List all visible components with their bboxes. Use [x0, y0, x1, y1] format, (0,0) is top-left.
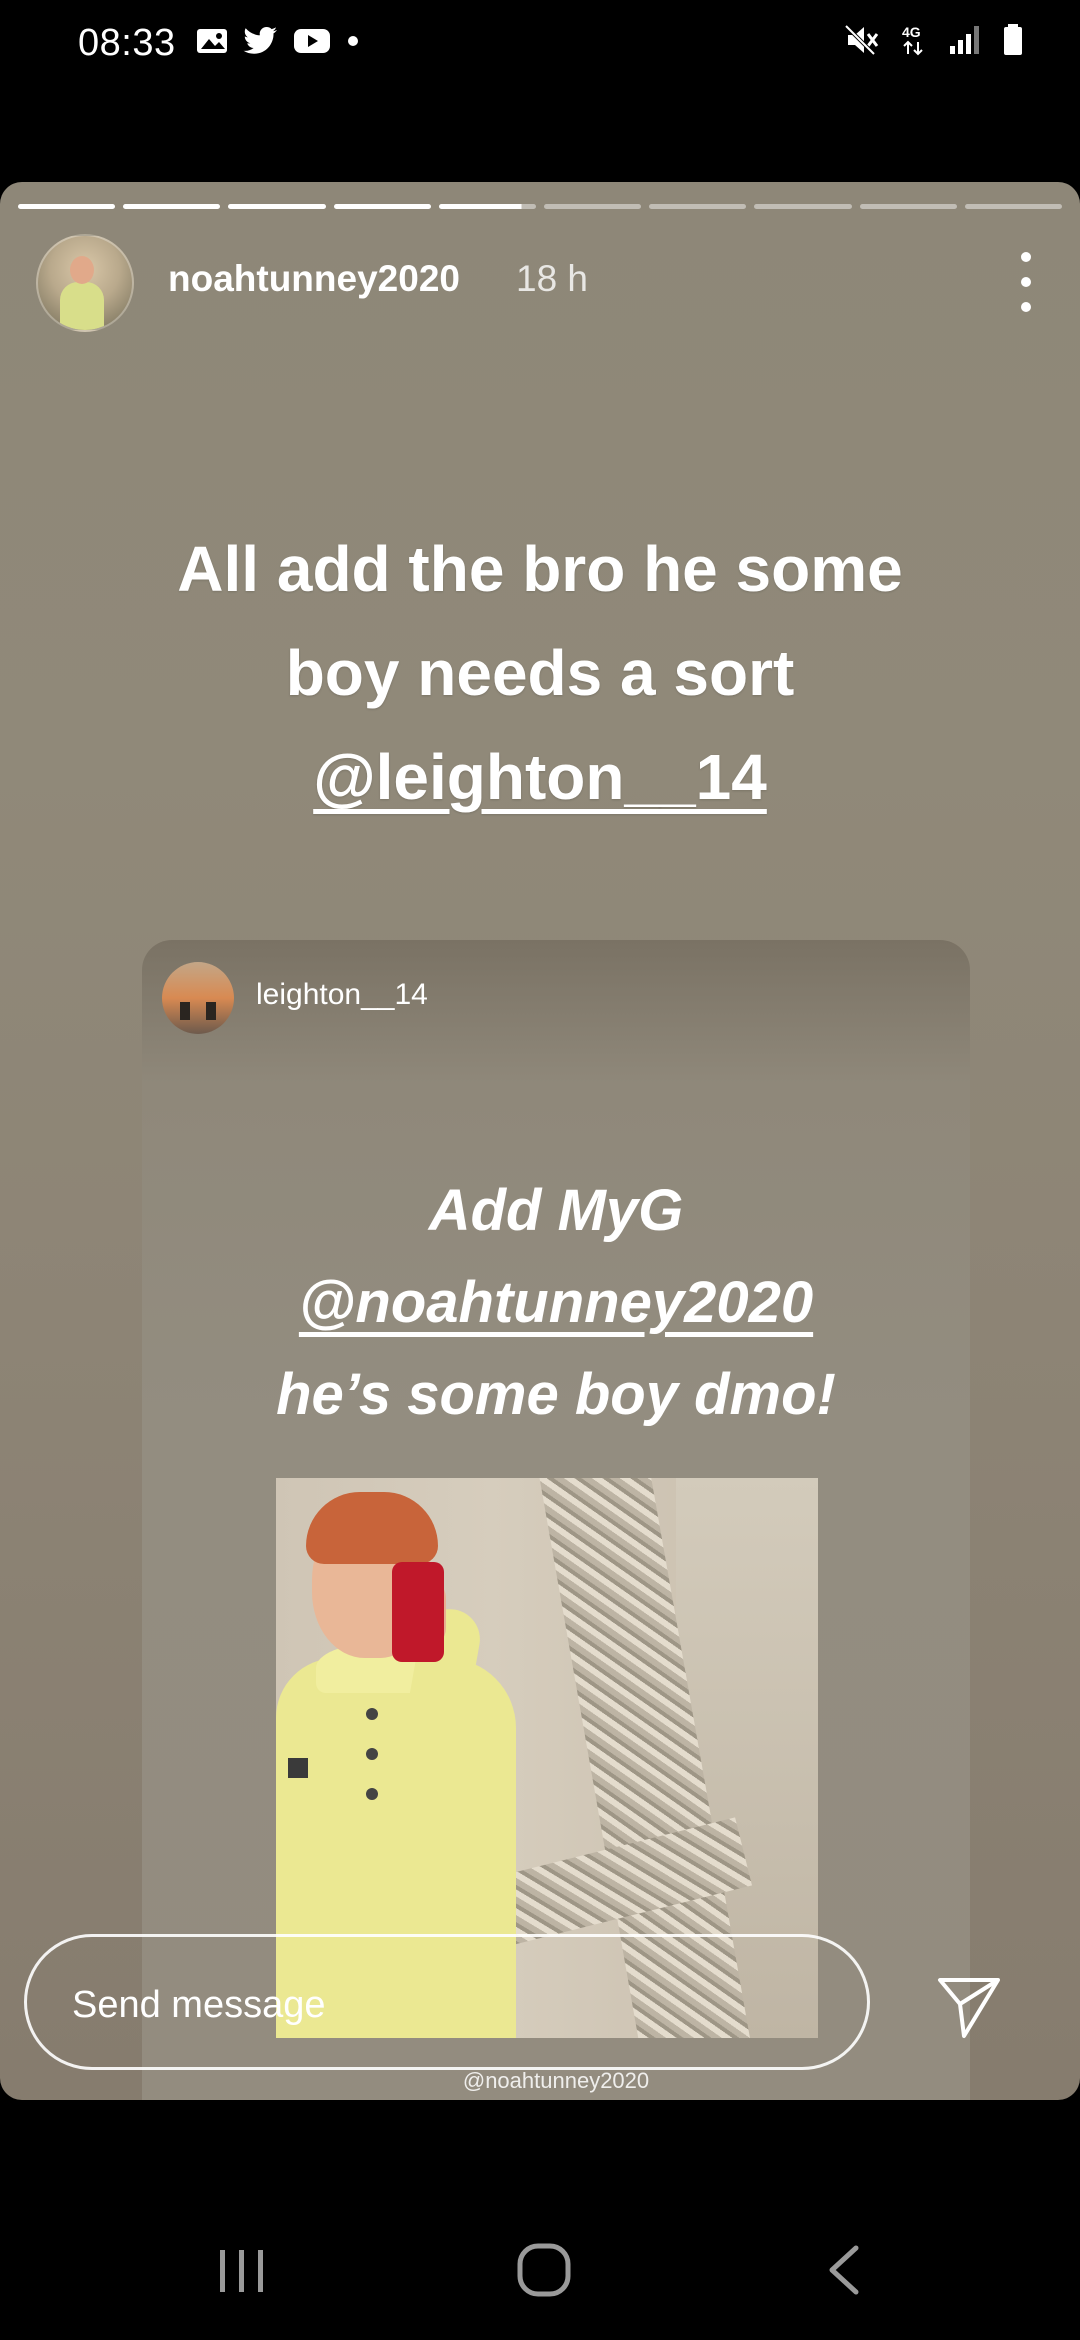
more-dot: [1021, 252, 1031, 262]
story-progress-bar: [18, 204, 1063, 209]
dot-icon: [348, 36, 358, 46]
progress-segment: [649, 204, 747, 209]
story-caption: All add the bro he some boy needs a sort…: [60, 517, 1020, 829]
shared-line: Add MyG: [428, 1178, 684, 1243]
story-time-ago: 18 h: [516, 258, 589, 299]
progress-segment: [333, 204, 431, 209]
photo-phone: [392, 1562, 444, 1662]
story-username[interactable]: noahtunney2020: [168, 258, 460, 300]
mention-link[interactable]: @leighton__14: [313, 741, 767, 813]
story-header: noahtunney2020 18 h: [36, 234, 1046, 334]
status-left-icons: [195, 26, 361, 56]
progress-segment: [18, 204, 116, 209]
caption-line: boy needs a sort: [285, 637, 795, 709]
shared-story-avatar[interactable]: [162, 962, 234, 1034]
status-time: 08:33: [78, 22, 176, 64]
network-label: 4G: [902, 24, 921, 40]
signal-icon: [950, 26, 979, 54]
send-message-placeholder: Send message: [72, 1984, 326, 2026]
more-options-icon[interactable]: [1006, 252, 1046, 312]
avatar-figure: [206, 1002, 216, 1020]
shared-mention-link[interactable]: @noahtunney2020: [299, 1270, 813, 1335]
send-icon[interactable]: [934, 1972, 1004, 2042]
shirt-button: [366, 1748, 378, 1760]
progress-segment: [859, 204, 957, 209]
story-viewer[interactable]: noahtunney2020 18 h All add the bro he s…: [0, 182, 1080, 2100]
caption-line: All add the bro he some: [177, 533, 903, 605]
shared-line: he’s some boy dmo!: [276, 1362, 836, 1427]
system-nav-bar: [0, 2220, 1080, 2340]
twitter-icon: [243, 27, 277, 54]
gallery-icon: [197, 29, 227, 53]
status-right-icons: 4G: [844, 22, 1024, 58]
avatar[interactable]: [36, 234, 134, 332]
progress-segment: [544, 204, 642, 209]
mute-icon: [844, 24, 879, 56]
back-icon[interactable]: [806, 2240, 886, 2300]
recents-icon[interactable]: [202, 2240, 282, 2300]
progress-segment: [228, 204, 326, 209]
shirt-button: [366, 1788, 378, 1800]
youtube-icon: [294, 29, 330, 53]
more-dot: [1021, 302, 1031, 312]
shirt-badge: [288, 1758, 308, 1778]
battery-icon: [1004, 24, 1022, 55]
avatar-body: [60, 282, 104, 330]
progress-segment: [964, 204, 1063, 209]
more-dot: [1021, 277, 1031, 287]
shared-story-card[interactable]: leighton__14 Add MyG @noahtunney2020 he’…: [142, 940, 970, 2100]
progress-segment: [123, 204, 221, 209]
progress-segment: [754, 204, 852, 209]
shared-story-text: Add MyG @noahtunney2020 he’s some boy dm…: [142, 1165, 970, 1441]
status-bar: 08:33 4G: [0, 0, 1080, 90]
home-icon[interactable]: [502, 2240, 582, 2300]
avatar-head: [70, 256, 94, 284]
avatar-figure: [180, 1002, 190, 1020]
4g-icon: 4G: [902, 24, 923, 56]
progress-segment-active: [438, 204, 537, 209]
shared-story-username[interactable]: leighton__14: [256, 978, 428, 1012]
shirt-button: [366, 1708, 378, 1720]
shared-story-tag: @noahtunney2020: [462, 2068, 650, 2093]
